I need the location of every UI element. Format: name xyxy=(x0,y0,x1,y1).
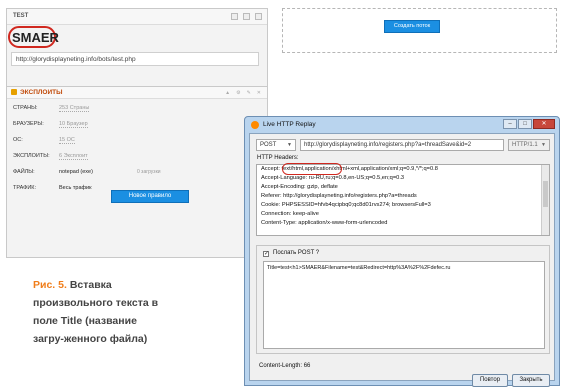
window-title: Live HTTP Replay xyxy=(263,121,316,128)
header-line: Accept-Encoding: gzip, deflate xyxy=(261,184,338,190)
edit-icon[interactable]: ✎ xyxy=(247,90,251,96)
send-post-label: Послать POST ? xyxy=(273,250,320,256)
exploits-icon xyxy=(11,89,17,95)
stream-drop-area: Создать поток xyxy=(282,8,557,53)
window-body: POST ▼ http://glorydisplayneting.info/re… xyxy=(249,133,555,387)
chevron-down-icon: ▼ xyxy=(541,142,546,148)
row-os: ОС: 15 ОС xyxy=(13,137,263,149)
header-line: Cookie: PHPSESSID=hfvb4qcipbq0;qc8d01rvs… xyxy=(261,202,431,208)
header-line: Content-Type: application/x-www-form-url… xyxy=(261,220,388,226)
row-files: ФАЙЛЫ: notepad (exe) 0 загрузки xyxy=(13,169,263,181)
row-label: ЭКСПЛОИТЫ: xyxy=(13,153,50,159)
scrollbar-thumb[interactable] xyxy=(543,181,548,207)
window-titlebar[interactable]: Live HTTP Replay – □ ✕ xyxy=(245,117,559,133)
row-label: ТРАФИК: xyxy=(13,185,37,191)
row-label: ОС: xyxy=(13,137,23,143)
scrollbar[interactable] xyxy=(541,165,549,235)
row-value: notepad (exe) xyxy=(59,169,93,175)
create-stream-button[interactable]: Создать поток xyxy=(384,20,440,33)
row-value-link[interactable]: 15 ОС xyxy=(59,137,75,144)
live-http-replay-window: Live HTTP Replay – □ ✕ POST ▼ http://glo… xyxy=(244,116,560,387)
method-select[interactable]: POST ▼ xyxy=(256,139,296,151)
repeat-button[interactable]: Повтор xyxy=(472,374,508,387)
figure-number: Рис. 5. xyxy=(33,279,67,291)
row-countries: СТРАНЫ: 253 Страны xyxy=(13,105,263,117)
post-body-textarea[interactable]: Title=test<h1>SMAER&Filename=test&Redire… xyxy=(263,261,545,349)
send-post-checkbox[interactable]: ✓ xyxy=(263,251,269,257)
row-value-link[interactable]: 10 Браузер xyxy=(59,121,88,128)
header-line: Accept-Language: ru-RU,ru;q=0.8,en-US;q=… xyxy=(261,175,405,181)
new-rule-button[interactable]: Новое правило xyxy=(111,190,189,203)
highlight-ring xyxy=(282,163,342,175)
protocol-select[interactable]: HTTP/1.1 ▼ xyxy=(508,139,550,151)
exploits-toolbar: ▲ ⚙ ✎ ✕ xyxy=(225,90,261,96)
row-exploits: ЭКСПЛОИТЫ: 6 Эксплоит xyxy=(13,153,263,165)
row-label: БРАУЗЕРЫ: xyxy=(13,121,44,127)
header-line: Connection: keep-alive xyxy=(261,211,319,217)
stream-url-field[interactable]: http://glorydisplayneting.info/bots/test… xyxy=(11,52,259,66)
row-label: СТРАНЫ: xyxy=(13,105,38,111)
delete-icon[interactable]: ✕ xyxy=(257,90,261,96)
post-group: ✓ Послать POST ? Title=test<h1>SMAER&Fil… xyxy=(256,245,550,354)
edit-icon[interactable] xyxy=(243,13,250,20)
close-icon[interactable] xyxy=(255,13,262,20)
method-value: POST xyxy=(260,142,277,148)
exploits-header: ЭКСПЛОИТЫ ▲ ⚙ ✎ ✕ xyxy=(7,87,267,99)
protocol-value: HTTP/1.1 xyxy=(512,142,538,148)
row-browsers: БРАУЗЕРЫ: 10 Браузер xyxy=(13,121,263,133)
minimize-icon[interactable]: – xyxy=(503,119,517,129)
maximize-icon[interactable]: □ xyxy=(518,119,532,129)
panel-controls xyxy=(231,13,262,20)
row-value: Весь трафик xyxy=(59,185,92,191)
header-line: Referer: http://glorydisplayneting.info/… xyxy=(261,193,417,199)
download-count: 0 загрузки xyxy=(137,169,161,175)
injected-title: SMAER xyxy=(12,30,59,45)
minimize-icon[interactable] xyxy=(231,13,238,20)
window-controls: – □ ✕ xyxy=(503,119,555,129)
content-length: Content-Length: 66 xyxy=(259,363,311,369)
close-icon[interactable]: ✕ xyxy=(533,119,555,129)
row-value-link[interactable]: 253 Страны xyxy=(59,105,90,112)
row-label: ФАЙЛЫ: xyxy=(13,169,35,175)
chevron-down-icon: ▼ xyxy=(287,142,292,148)
close-button[interactable]: Закрыть xyxy=(512,374,550,387)
exploits-title-text: ЭКСПЛОИТЫ xyxy=(20,89,63,96)
panel-title: TEST xyxy=(13,13,29,19)
figure-caption: Рис. 5. Вставка произвольного текста в п… xyxy=(33,276,168,348)
headers-label: HTTP Headers: xyxy=(257,155,299,161)
request-url-input[interactable]: http://glorydisplayneting.info/registers… xyxy=(300,139,504,151)
settings-icon[interactable]: ⚙ xyxy=(236,90,240,96)
exploits-panel: ЭКСПЛОИТЫ ▲ ⚙ ✎ ✕ СТРАНЫ: 253 Страны БРА… xyxy=(6,86,268,258)
exploits-title: ЭКСПЛОИТЫ xyxy=(11,89,63,96)
firefox-icon xyxy=(251,121,259,129)
up-icon[interactable]: ▲ xyxy=(225,90,230,96)
panel-header: TEST xyxy=(7,9,267,25)
row-value-link[interactable]: 6 Эксплоит xyxy=(59,153,88,160)
